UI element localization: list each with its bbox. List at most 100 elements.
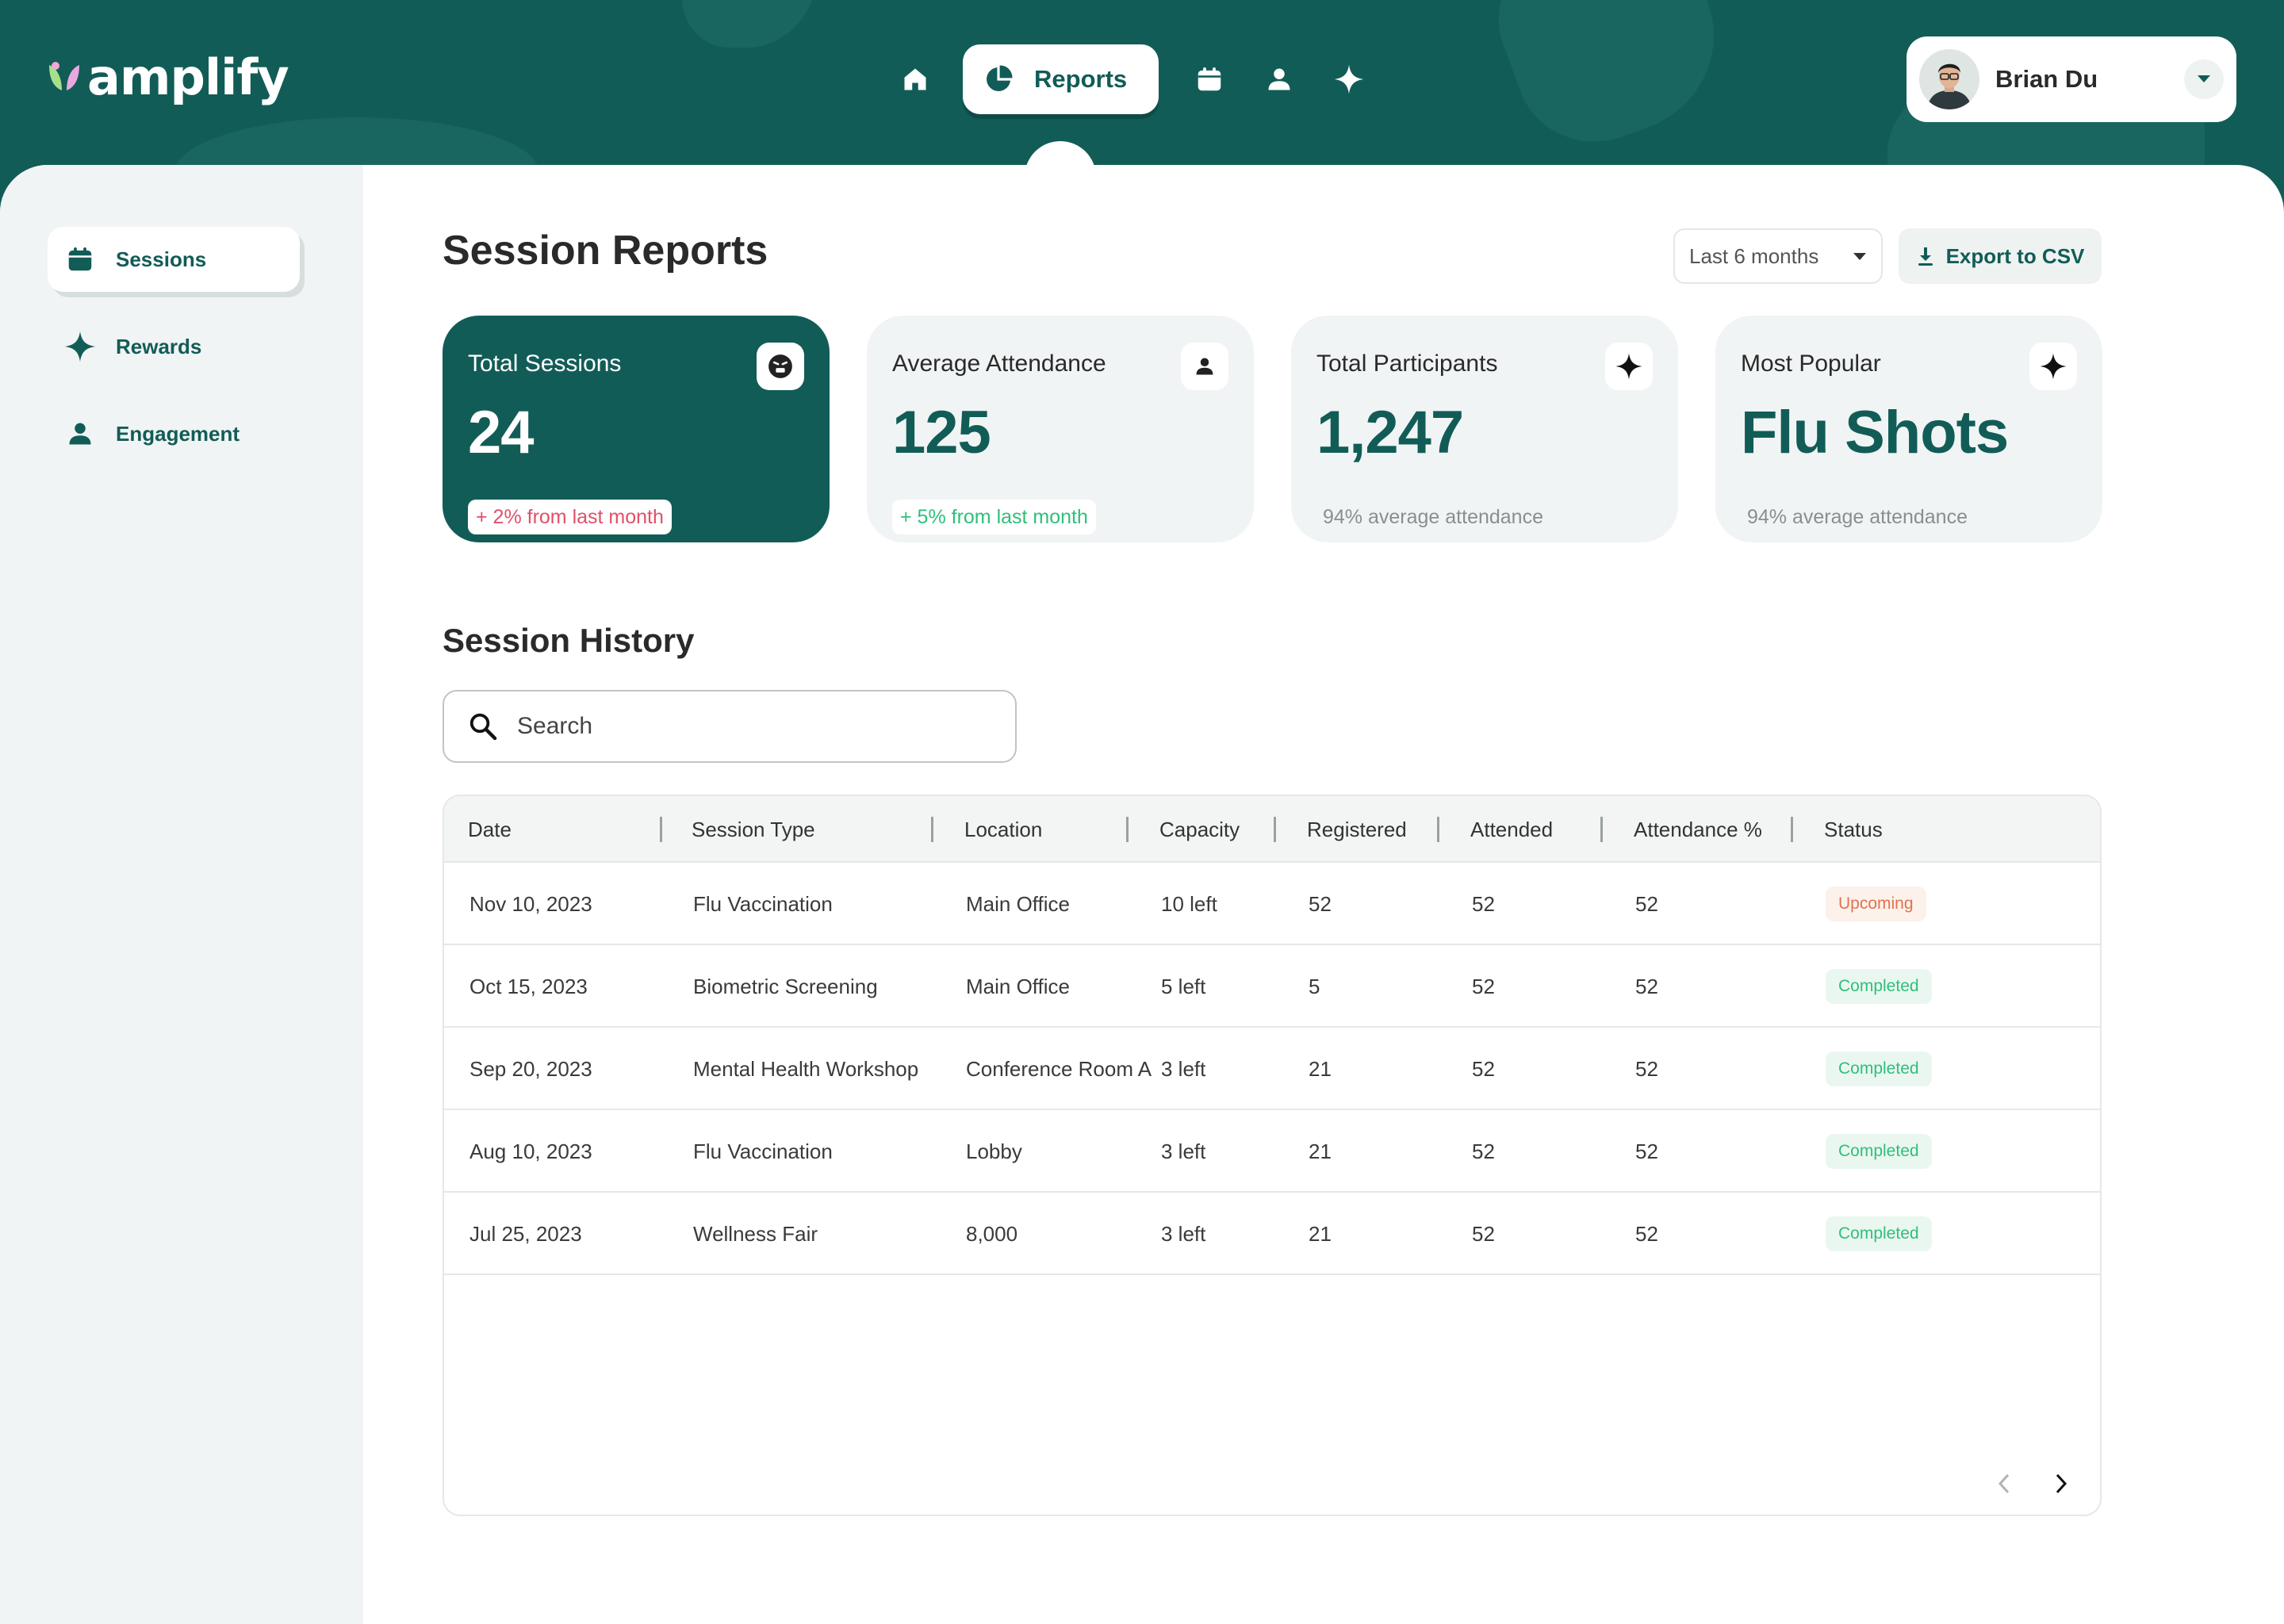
cell-location: Conference Room A bbox=[966, 1056, 1152, 1081]
export-csv-button[interactable]: Export to CSV bbox=[1899, 228, 2102, 284]
sidebar-item-engagement[interactable]: Engagement bbox=[48, 401, 300, 466]
status-badge: Completed bbox=[1826, 1051, 1932, 1086]
user-menu[interactable]: Brian Du bbox=[1907, 36, 2236, 122]
cell-capacity: 5 left bbox=[1161, 974, 1206, 998]
table-row[interactable]: Sep 20, 2023 Mental Health Workshop Conf… bbox=[444, 1028, 2100, 1110]
cell-registered: 21 bbox=[1309, 1056, 1332, 1081]
user-menu-toggle[interactable] bbox=[2184, 59, 2224, 99]
cell-capacity: 10 left bbox=[1161, 891, 1217, 916]
search-input[interactable] bbox=[517, 713, 961, 740]
table-row[interactable]: Jul 25, 2023 Wellness Fair 8,000 3 left … bbox=[444, 1193, 2100, 1275]
cell-date: Nov 10, 2023 bbox=[469, 891, 592, 916]
sidebar-item-label: Rewards bbox=[116, 334, 202, 358]
date-range-select[interactable]: Last 6 months bbox=[1673, 228, 1883, 284]
cell-location: Main Office bbox=[966, 974, 1071, 998]
nav-reports[interactable]: Reports bbox=[963, 44, 1159, 114]
stat-value: 24 bbox=[468, 399, 535, 466]
cell-session-type: Biometric Screening bbox=[693, 974, 878, 998]
sparkle-icon bbox=[63, 330, 97, 363]
column-header-attended[interactable]: Attended bbox=[1470, 796, 1553, 863]
download-icon bbox=[1918, 247, 1933, 266]
page-title: Session Reports bbox=[443, 228, 768, 274]
stat-value: Flu Shots bbox=[1741, 399, 2009, 466]
stat-card-total-sessions: Total Sessions 24 + 2% from last month bbox=[443, 316, 830, 542]
stat-title: Total Sessions bbox=[468, 350, 622, 377]
sidebar-item-rewards[interactable]: Rewards bbox=[48, 314, 300, 379]
column-header-location[interactable]: Location bbox=[964, 796, 1042, 863]
cell-attendance-pct: 52 bbox=[1635, 1056, 1658, 1081]
nav-user[interactable] bbox=[1244, 44, 1314, 114]
avatar bbox=[1919, 49, 1979, 109]
cell-date: Oct 15, 2023 bbox=[469, 974, 588, 998]
calendar-icon bbox=[1198, 67, 1221, 91]
cell-session-type: Flu Vaccination bbox=[693, 1139, 833, 1163]
cell-attendance-pct: 52 bbox=[1635, 974, 1658, 998]
sidebar: Sessions Rewards Engagement bbox=[0, 165, 363, 1624]
nav-home[interactable] bbox=[880, 44, 950, 114]
user-icon bbox=[1181, 343, 1228, 390]
cell-location: 8,000 bbox=[966, 1221, 1018, 1246]
section-title: Session History bbox=[443, 622, 695, 659]
user-icon bbox=[1268, 68, 1290, 90]
stat-subtext: 94% average attendance bbox=[1747, 506, 1968, 528]
pagination bbox=[1989, 1469, 2076, 1499]
cell-date: Sep 20, 2023 bbox=[469, 1056, 592, 1081]
status-badge: Upcoming bbox=[1826, 887, 1926, 921]
sidebar-item-sessions[interactable]: Sessions bbox=[48, 227, 300, 292]
top-bar: amplify Reports Brian Du bbox=[0, 0, 2284, 167]
column-header-date[interactable]: Date bbox=[468, 796, 512, 863]
status-badge: Completed bbox=[1826, 969, 1932, 1004]
nav-sparkle[interactable] bbox=[1314, 44, 1384, 114]
stat-trend-badge: + 2% from last month bbox=[468, 500, 672, 534]
cell-capacity: 3 left bbox=[1161, 1139, 1206, 1163]
table-row[interactable]: Nov 10, 2023 Flu Vaccination Main Office… bbox=[444, 863, 2100, 945]
column-header-attendance-pct[interactable]: Attendance % bbox=[1634, 796, 1762, 863]
user-name: Brian Du bbox=[1995, 65, 2098, 93]
search-box[interactable] bbox=[443, 690, 1017, 763]
nav-calendar[interactable] bbox=[1175, 44, 1244, 114]
cell-attendance-pct: 52 bbox=[1635, 1221, 1658, 1246]
cell-attendance-pct: 52 bbox=[1635, 891, 1658, 916]
stat-title: Average Attendance bbox=[892, 350, 1106, 377]
column-header-session-type[interactable]: Session Type bbox=[692, 796, 815, 863]
cell-attendance-pct: 52 bbox=[1635, 1139, 1658, 1163]
search-icon bbox=[469, 713, 497, 741]
cell-attended: 52 bbox=[1472, 974, 1495, 998]
cell-session-type: Wellness Fair bbox=[693, 1221, 818, 1246]
cell-registered: 52 bbox=[1309, 891, 1332, 916]
stat-subtext: 94% average attendance bbox=[1323, 506, 1543, 528]
stat-title: Total Participants bbox=[1316, 350, 1498, 377]
brand-logo[interactable]: amplify bbox=[46, 48, 289, 106]
chevron-down-icon bbox=[2198, 75, 2210, 82]
home-icon bbox=[904, 68, 926, 90]
date-range-value: Last 6 months bbox=[1689, 243, 1819, 268]
cell-session-type: Mental Health Workshop bbox=[693, 1056, 919, 1081]
brand-name: amplify bbox=[87, 48, 289, 106]
table-row[interactable]: Aug 10, 2023 Flu Vaccination Lobby 3 lef… bbox=[444, 1110, 2100, 1193]
stat-value: 125 bbox=[892, 399, 991, 466]
stat-card-most-popular: Most Popular Flu Shots 94% average atten… bbox=[1715, 316, 2102, 542]
cell-attended: 52 bbox=[1472, 1139, 1495, 1163]
export-csv-label: Export to CSV bbox=[1945, 243, 2085, 268]
main-nav: Reports bbox=[880, 44, 1384, 114]
chevron-right-icon bbox=[2056, 1473, 2067, 1494]
cell-attended: 52 bbox=[1472, 1221, 1495, 1246]
cell-registered: 5 bbox=[1309, 974, 1320, 998]
column-header-registered[interactable]: Registered bbox=[1307, 796, 1407, 863]
emoji-icon bbox=[757, 343, 804, 390]
sidebar-item-label: Sessions bbox=[116, 247, 207, 271]
cell-date: Aug 10, 2023 bbox=[469, 1139, 592, 1163]
sparkle-icon bbox=[2029, 343, 2077, 390]
cell-registered: 21 bbox=[1309, 1221, 1332, 1246]
chevron-left-icon bbox=[1998, 1473, 2010, 1494]
next-page-button[interactable] bbox=[2046, 1469, 2076, 1499]
nav-reports-label: Reports bbox=[1034, 65, 1128, 93]
cell-date: Jul 25, 2023 bbox=[469, 1221, 582, 1246]
sparkle-icon bbox=[1605, 343, 1653, 390]
table-row[interactable]: Oct 15, 2023 Biometric Screening Main Of… bbox=[444, 945, 2100, 1028]
column-header-capacity[interactable]: Capacity bbox=[1159, 796, 1240, 863]
previous-page-button[interactable] bbox=[1989, 1469, 2019, 1499]
column-header-status[interactable]: Status bbox=[1824, 796, 1883, 863]
pie-chart-icon bbox=[987, 65, 1013, 91]
chevron-down-icon bbox=[1853, 252, 1866, 260]
